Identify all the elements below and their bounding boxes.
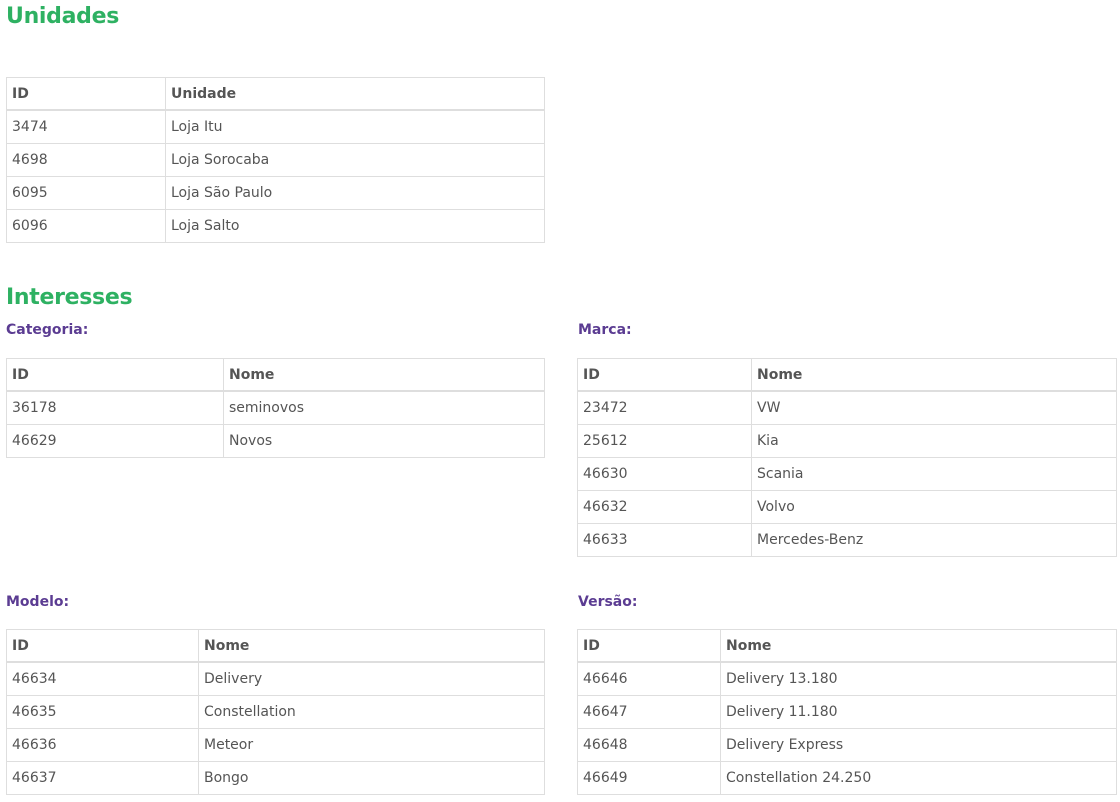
- cell-nome: Meteor: [198, 728, 545, 762]
- column-header-id: ID: [6, 77, 166, 111]
- cell-unidade: Loja Itu: [165, 109, 545, 144]
- cell-nome: Scania: [751, 457, 1117, 491]
- cell-id: 4698: [6, 143, 166, 177]
- table-row: 46646 Delivery 13.180: [577, 661, 1117, 696]
- table-row: 46636 Meteor: [6, 728, 545, 762]
- table-row: 46637 Bongo: [6, 761, 545, 795]
- cell-unidade: Loja Sorocaba: [165, 143, 545, 177]
- column-header-nome: Nome: [720, 629, 1117, 663]
- modelo-label: Modelo:: [6, 594, 70, 610]
- cell-nome: seminovos: [223, 390, 545, 425]
- column-header-id: ID: [577, 358, 752, 392]
- cell-nome: Delivery 11.180: [720, 695, 1117, 729]
- cell-id: 36178: [6, 390, 224, 425]
- cell-unidade: Loja São Paulo: [165, 176, 545, 210]
- table-row: 3474 Loja Itu: [6, 109, 545, 144]
- cell-id: 46630: [577, 457, 752, 491]
- table-header-row: ID Nome: [577, 629, 1117, 663]
- cell-nome: Kia: [751, 424, 1117, 458]
- column-header-nome: Nome: [198, 629, 545, 663]
- table-row: 46649 Constellation 24.250: [577, 761, 1117, 795]
- categoria-label: Categoria:: [6, 322, 89, 338]
- table-row: 36178 seminovos: [6, 390, 545, 425]
- cell-nome: Constellation 24.250: [720, 761, 1117, 795]
- cell-nome: Bongo: [198, 761, 545, 795]
- column-header-nome: Nome: [751, 358, 1117, 392]
- table-row: 46635 Constellation: [6, 695, 545, 729]
- cell-nome: Delivery: [198, 661, 545, 696]
- cell-unidade: Loja Salto: [165, 209, 545, 243]
- cell-id: 25612: [577, 424, 752, 458]
- unidades-table: ID Unidade 3474 Loja Itu 4698 Loja Soroc…: [6, 77, 545, 243]
- categoria-table: ID Nome 36178 seminovos 46629 Novos: [6, 358, 545, 458]
- cell-id: 46634: [6, 661, 199, 696]
- table-row: 46629 Novos: [6, 424, 545, 458]
- column-header-nome: Nome: [223, 358, 545, 392]
- table-row: 46632 Volvo: [577, 490, 1117, 524]
- table-row: 6095 Loja São Paulo: [6, 176, 545, 210]
- interesses-title: Interesses: [6, 285, 133, 310]
- cell-nome: Delivery 13.180: [720, 661, 1117, 696]
- cell-id: 46649: [577, 761, 721, 795]
- modelo-table: ID Nome 46634 Delivery 46635 Constellati…: [6, 629, 545, 795]
- column-header-id: ID: [6, 629, 199, 663]
- versao-label: Versão:: [578, 594, 638, 610]
- cell-nome: Delivery Express: [720, 728, 1117, 762]
- table-row: 46647 Delivery 11.180: [577, 695, 1117, 729]
- table-row: 6096 Loja Salto: [6, 209, 545, 243]
- table-header-row: ID Nome: [6, 358, 545, 392]
- cell-id: 46646: [577, 661, 721, 696]
- column-header-id: ID: [577, 629, 721, 663]
- cell-id: 46629: [6, 424, 224, 458]
- cell-nome: VW: [751, 390, 1117, 425]
- cell-id: 46648: [577, 728, 721, 762]
- cell-id: 46632: [577, 490, 752, 524]
- table-header-row: ID Nome: [577, 358, 1117, 392]
- cell-nome: Novos: [223, 424, 545, 458]
- cell-id: 46633: [577, 523, 752, 557]
- marca-label: Marca:: [578, 322, 632, 338]
- marca-table: ID Nome 23472 VW 25612 Kia 46630 Scania …: [577, 358, 1117, 557]
- column-header-id: ID: [6, 358, 224, 392]
- table-row: 4698 Loja Sorocaba: [6, 143, 545, 177]
- table-header-row: ID Nome: [6, 629, 545, 663]
- cell-id: 46637: [6, 761, 199, 795]
- column-header-unidade: Unidade: [165, 77, 545, 111]
- table-row: 46648 Delivery Express: [577, 728, 1117, 762]
- cell-id: 6096: [6, 209, 166, 243]
- table-row: 23472 VW: [577, 390, 1117, 425]
- versao-table: ID Nome 46646 Delivery 13.180 46647 Deli…: [577, 629, 1117, 795]
- cell-id: 23472: [577, 390, 752, 425]
- cell-id: 46647: [577, 695, 721, 729]
- table-row: 46633 Mercedes-Benz: [577, 523, 1117, 557]
- cell-id: 46636: [6, 728, 199, 762]
- table-row: 46634 Delivery: [6, 661, 545, 696]
- cell-id: 6095: [6, 176, 166, 210]
- cell-id: 3474: [6, 109, 166, 144]
- table-row: 46630 Scania: [577, 457, 1117, 491]
- cell-nome: Constellation: [198, 695, 545, 729]
- table-header-row: ID Unidade: [6, 77, 545, 111]
- unidades-title: Unidades: [6, 4, 120, 29]
- table-row: 25612 Kia: [577, 424, 1117, 458]
- cell-nome: Mercedes-Benz: [751, 523, 1117, 557]
- cell-nome: Volvo: [751, 490, 1117, 524]
- cell-id: 46635: [6, 695, 199, 729]
